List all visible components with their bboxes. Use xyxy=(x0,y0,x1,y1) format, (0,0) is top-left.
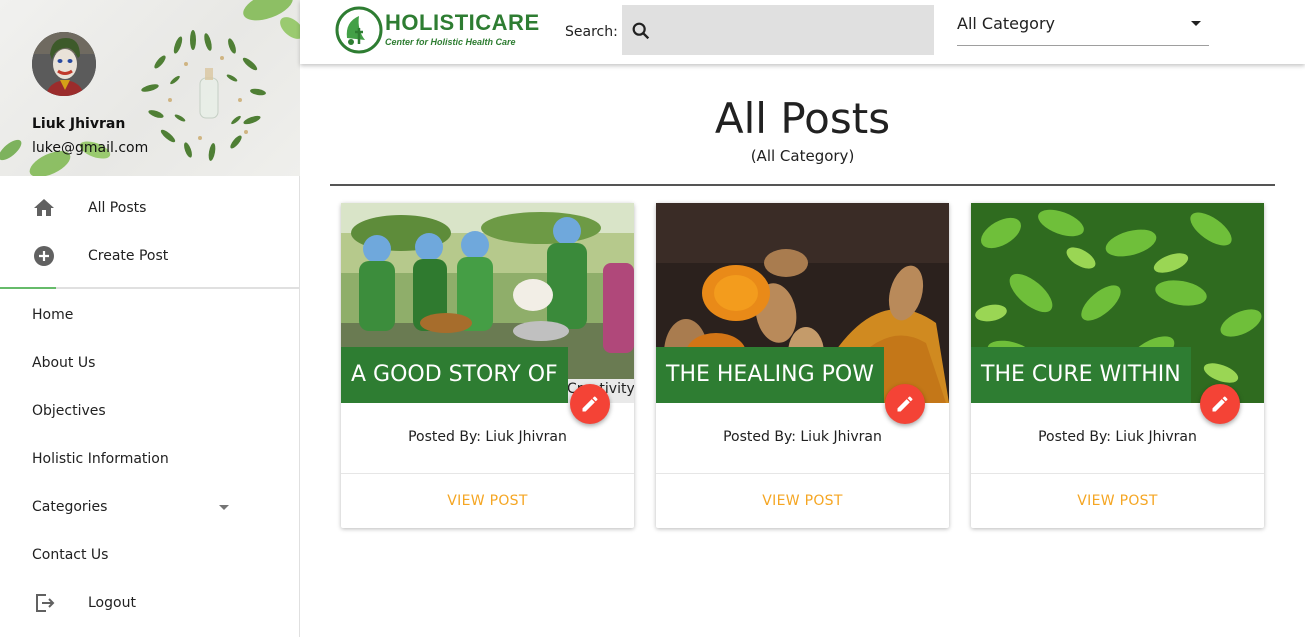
sidebar-item-logout[interactable]: Logout xyxy=(0,579,300,627)
top-app-bar: HOLISTICARE Center for Holistic Health C… xyxy=(300,0,1305,64)
posted-by: Posted By: Liuk Jhivran xyxy=(723,429,882,445)
sidebar-item-home[interactable]: Home xyxy=(0,291,300,339)
home-icon xyxy=(34,199,54,216)
search-input[interactable] xyxy=(662,15,926,47)
sidebar-item-about-us[interactable]: About Us xyxy=(0,339,300,387)
avatar-image xyxy=(32,32,96,96)
sidebar-item-label: Categories xyxy=(32,499,108,515)
profile-header: Liuk Jhivran luke@gmail.com xyxy=(0,0,300,176)
pencil-icon xyxy=(582,396,598,412)
brand-title: HOLISTICARE xyxy=(385,10,540,35)
search-label: Search: xyxy=(565,24,618,40)
user-email: luke@gmail.com xyxy=(32,140,149,156)
page-title: All Posts xyxy=(714,94,891,143)
avatar[interactable] xyxy=(32,32,96,96)
sidebar-item-label: Objectives xyxy=(32,403,106,419)
search-icon xyxy=(632,22,650,40)
sidebar-item-all-posts[interactable]: All Posts xyxy=(0,184,300,232)
dropdown-arrow-icon xyxy=(1191,21,1201,26)
view-post-button[interactable]: VIEW POST xyxy=(656,493,949,509)
sidebar-item-label: Logout xyxy=(88,595,136,611)
sidebar-item-contact-us[interactable]: Contact Us xyxy=(0,531,300,579)
brand-subtitle: Center for Holistic Health Care xyxy=(385,37,516,47)
post-card: THE CURE WITHIN Posted By: Liuk Jhivran … xyxy=(971,203,1264,528)
card-divider xyxy=(341,473,634,474)
sidebar-item-label: Holistic Information xyxy=(32,451,169,467)
sidebar-item-label: All Posts xyxy=(88,200,147,216)
post-card: THE HEALING POW Posted By: Liuk Jhivran … xyxy=(656,203,949,528)
card-divider xyxy=(971,473,1264,474)
view-post-button[interactable]: VIEW POST xyxy=(971,493,1264,509)
post-title-banner: THE HEALING POW xyxy=(656,347,884,403)
pencil-icon xyxy=(1212,396,1228,412)
sidebar-item-label: About Us xyxy=(32,355,96,371)
category-select-value: All Category xyxy=(957,14,1056,33)
posted-by: Posted By: Liuk Jhivran xyxy=(1038,429,1197,445)
sidebar-item-label: Home xyxy=(32,307,74,323)
sidebar: Liuk Jhivran luke@gmail.com All Posts Cr… xyxy=(0,0,300,637)
sidebar-item-objectives[interactable]: Objectives xyxy=(0,387,300,435)
category-select[interactable]: All Category xyxy=(957,8,1209,46)
post-card: Creativity A GOOD STORY OF Posted By: Li… xyxy=(341,203,634,528)
edit-post-button[interactable] xyxy=(570,384,610,424)
page-subtitle: (All Category) xyxy=(750,147,855,165)
sidebar-item-create-post[interactable]: Create Post xyxy=(0,232,300,280)
edit-post-button[interactable] xyxy=(1200,384,1240,424)
search-box[interactable] xyxy=(622,5,934,55)
add-circle-icon xyxy=(34,246,54,266)
chevron-down-icon xyxy=(219,505,229,510)
card-divider xyxy=(656,473,949,474)
user-name: Liuk Jhivran xyxy=(32,116,126,132)
view-post-button[interactable]: VIEW POST xyxy=(341,493,634,509)
post-title-banner: THE CURE WITHIN xyxy=(971,347,1191,403)
brand-logo[interactable]: HOLISTICARE Center for Holistic Health C… xyxy=(335,4,539,56)
pencil-icon xyxy=(897,396,913,412)
edit-post-button[interactable] xyxy=(885,384,925,424)
logout-icon xyxy=(36,594,55,612)
sidebar-item-label: Contact Us xyxy=(32,547,109,563)
sidebar-item-label: Create Post xyxy=(88,248,169,264)
logo-icon xyxy=(335,6,383,54)
posted-by: Posted By: Liuk Jhivran xyxy=(408,429,567,445)
post-title-banner: A GOOD STORY OF xyxy=(341,347,568,403)
title-divider xyxy=(330,184,1275,186)
sidebar-item-categories[interactable]: Categories xyxy=(0,483,300,531)
sidebar-item-holistic-information[interactable]: Holistic Information xyxy=(0,435,300,483)
sidebar-divider xyxy=(0,287,300,289)
